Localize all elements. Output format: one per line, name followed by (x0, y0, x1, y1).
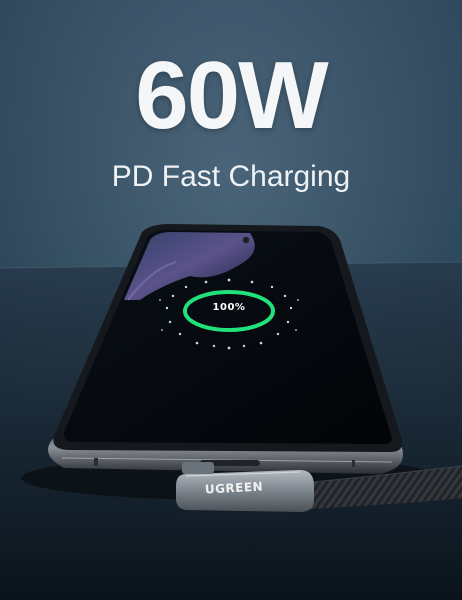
charge-percent-label: 100% (212, 302, 246, 313)
headline: 60W (135, 42, 328, 149)
subtitle: PD Fast Charging (111, 160, 351, 193)
camera-icon (242, 236, 250, 244)
